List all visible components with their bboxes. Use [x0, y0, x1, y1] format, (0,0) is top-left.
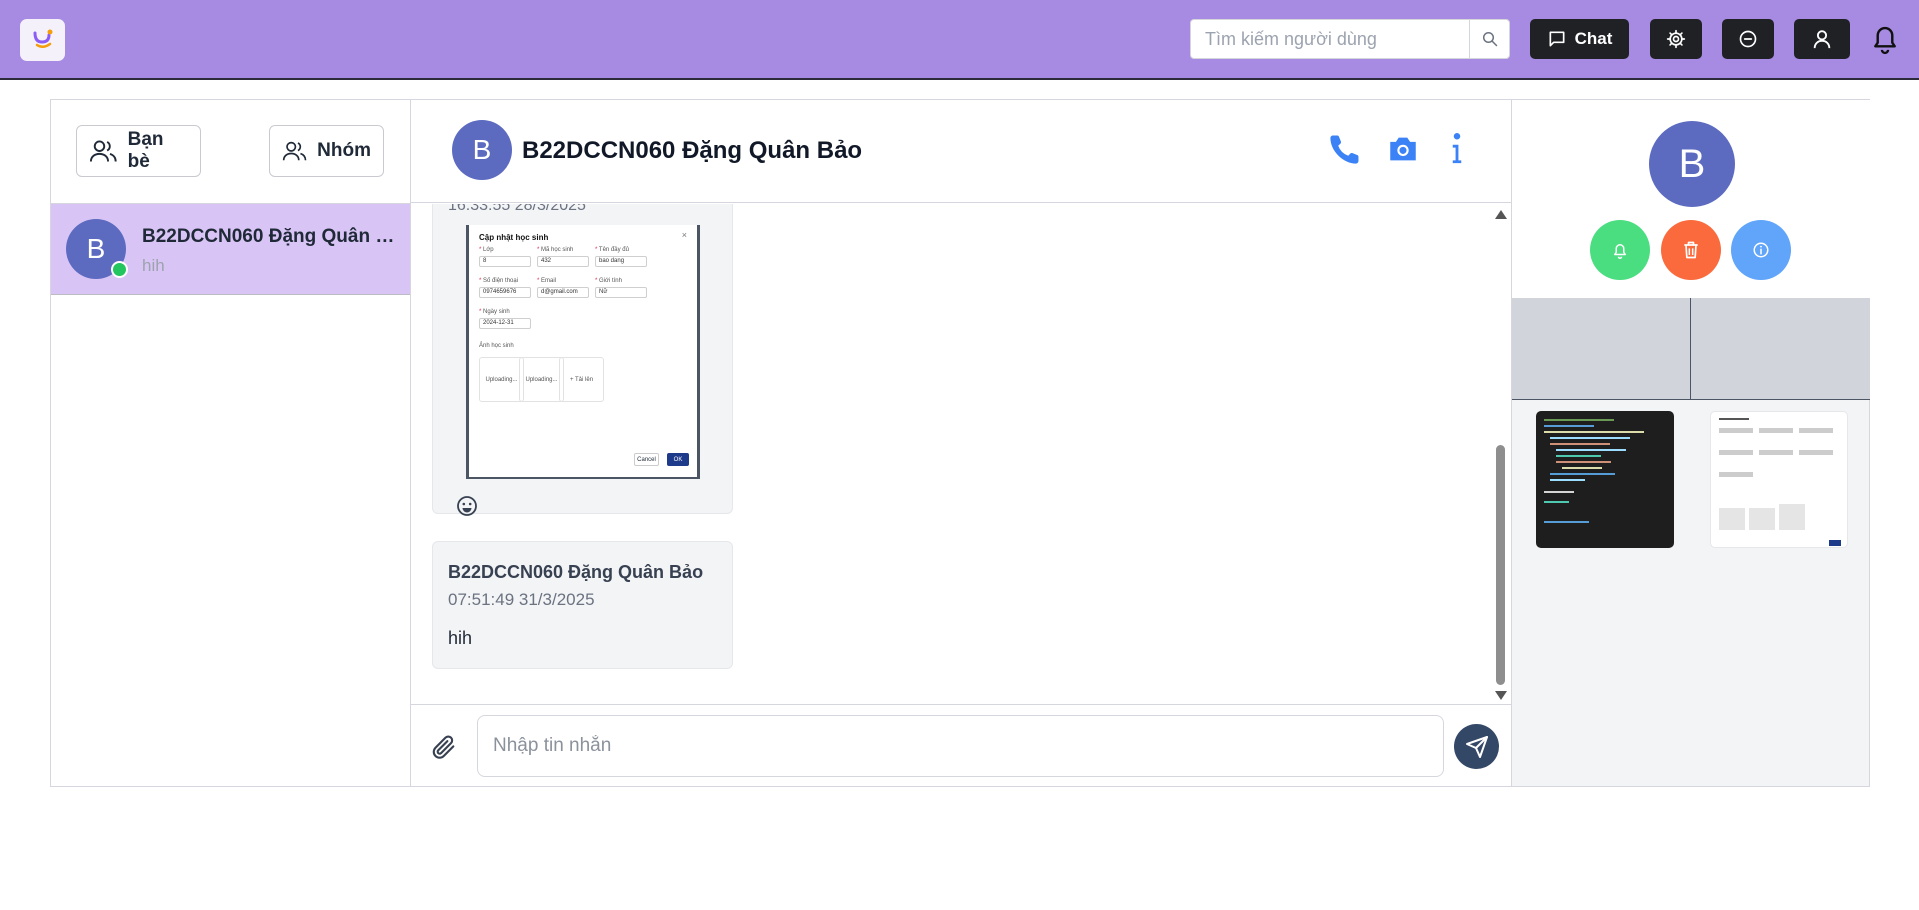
image-attachment[interactable]: Cập nhật học sinh × * Lớp * Mã học sinh … [466, 225, 700, 479]
upload-add-box: + Tải lên [559, 357, 604, 402]
info-icon [1452, 132, 1462, 164]
phone-label: * Số điện thoại [479, 278, 519, 284]
photo-label: Ảnh học sinh [479, 343, 514, 349]
info-circle-icon [1753, 242, 1769, 258]
attachment-ok: OK [667, 453, 689, 466]
camera-icon [1390, 137, 1416, 161]
media-tab-divider [1690, 298, 1691, 399]
reaction-button[interactable] [456, 495, 478, 517]
online-status-dot [111, 261, 128, 278]
message-composer [411, 704, 1511, 786]
gender-label: * Giới tính [595, 278, 622, 284]
chat-avatar: B [452, 120, 512, 180]
chat-info-button[interactable] [1448, 132, 1466, 166]
chat-panel: B B22DCCN060 Đặng Quân Bảo 16:33:55 28/3… [411, 100, 1511, 786]
fullname-label: * Tên đầy đủ [595, 247, 629, 253]
info-panel: B [1511, 100, 1870, 786]
details-button[interactable] [1731, 220, 1791, 280]
voice-call-button[interactable] [1328, 132, 1362, 166]
gender-field: Nữ [595, 287, 647, 298]
conversation-item[interactable]: B B22DCCN060 Đặng Quân Bảo hih [51, 204, 410, 295]
attachment-cancel: Cancel [634, 453, 659, 466]
message-input[interactable] [477, 715, 1444, 777]
bell-icon [1614, 244, 1626, 259]
friends-tab-button[interactable]: Bạn bè [76, 125, 201, 177]
upload-box: Uploading... [519, 357, 564, 402]
delete-conversation-button[interactable] [1661, 220, 1721, 280]
message-time: 07:51:49 31/3/2025 [448, 590, 595, 609]
info-panel-header: B [1512, 100, 1870, 298]
groups-tab-button[interactable]: Nhóm [269, 125, 384, 177]
user-search-input[interactable] [1191, 20, 1469, 58]
send-button[interactable] [1454, 724, 1499, 769]
attachment-form-title: Cập nhật học sinh [479, 233, 549, 242]
users-icon [89, 140, 117, 162]
scroll-down-arrow[interactable] [1495, 691, 1507, 700]
message-list[interactable]: 16:33:55 28/3/2025 Cập nhật học sinh × *… [411, 204, 1511, 704]
chat-button-label: Chat [1574, 29, 1613, 48]
attach-button[interactable] [430, 733, 458, 761]
media-thumbnail-form[interactable] [1710, 411, 1848, 548]
dob-field: 2024-12-31 [479, 318, 531, 329]
close-icon: × [681, 230, 687, 240]
class-label: * Lớp [479, 247, 494, 253]
scroll-up-arrow[interactable] [1495, 210, 1507, 219]
notification-toggle-button[interactable] [1590, 220, 1650, 280]
message-time: 16:33:55 28/3/2025 [448, 204, 586, 214]
media-thumbnail-code[interactable] [1536, 411, 1674, 548]
video-call-button[interactable] [1386, 132, 1420, 166]
chat-title: B22DCCN060 Đặng Quân Bảo [522, 137, 863, 164]
top-bar: Chat [0, 0, 1919, 80]
phone-icon [1330, 135, 1359, 164]
email-label: * Email [537, 278, 557, 284]
paperclip-icon [432, 735, 455, 759]
email-field: d@gmail.com [537, 287, 589, 298]
chat-button[interactable]: Chat [1530, 19, 1629, 59]
search-button[interactable] [1469, 20, 1509, 58]
user-icon [1813, 30, 1831, 49]
profile-button[interactable] [1794, 19, 1850, 59]
message-square-icon [1549, 31, 1565, 47]
conversation-name: B22DCCN060 Đặng Quân Bảo [142, 226, 402, 247]
message-bubble: 16:33:55 28/3/2025 Cập nhật học sinh × *… [432, 204, 733, 517]
minus-circle-icon [1739, 30, 1757, 48]
class-field: 8 [479, 256, 531, 267]
media-tabs[interactable] [1512, 298, 1870, 400]
message-bubble: B22DCCN060 Đặng Quân Bảo 07:51:49 31/3/2… [432, 541, 733, 669]
emoji-icon [457, 496, 477, 516]
group-icon [282, 141, 307, 161]
message-text: hih [448, 628, 473, 648]
message-scrollbar[interactable] [1494, 208, 1508, 702]
phone-field: 0974659676 [479, 287, 531, 298]
notifications-button[interactable] [1870, 22, 1900, 56]
chat-header: B B22DCCN060 Đặng Quân Bảo [411, 100, 1511, 203]
groups-tab-label: Nhóm [317, 140, 371, 161]
bell-icon [1874, 26, 1896, 55]
info-avatar: B [1649, 121, 1735, 207]
scroll-thumb[interactable] [1496, 445, 1505, 685]
sidebar-header: Bạn bè Nhóm [51, 100, 410, 204]
fullname-field: bao dang [595, 256, 647, 267]
app-logo[interactable] [20, 19, 65, 61]
send-icon [1465, 735, 1488, 758]
chat-app-frame: Bạn bè Nhóm B B22DCCN060 Đặng Quân Bảo h… [50, 99, 1870, 787]
upload-box: Uploading... [479, 357, 524, 402]
message-sender: B22DCCN060 Đặng Quân Bảo [448, 562, 704, 582]
settings-button[interactable] [1650, 19, 1702, 59]
friends-tab-label: Bạn bè [127, 129, 164, 172]
gear-icon [1666, 29, 1686, 49]
search-icon [1482, 31, 1497, 47]
user-search [1190, 19, 1510, 59]
minus-circle-button[interactable] [1722, 19, 1774, 59]
trash-icon [1684, 241, 1698, 259]
student-id-label: * Mã học sinh [537, 247, 574, 253]
logo-icon [33, 29, 52, 48]
conversation-sidebar: Bạn bè Nhóm B B22DCCN060 Đặng Quân Bảo h… [51, 100, 411, 786]
student-id-field: 432 [537, 256, 589, 267]
conversation-last-message: hih [142, 256, 165, 275]
dob-label: * Ngày sinh [479, 309, 510, 315]
